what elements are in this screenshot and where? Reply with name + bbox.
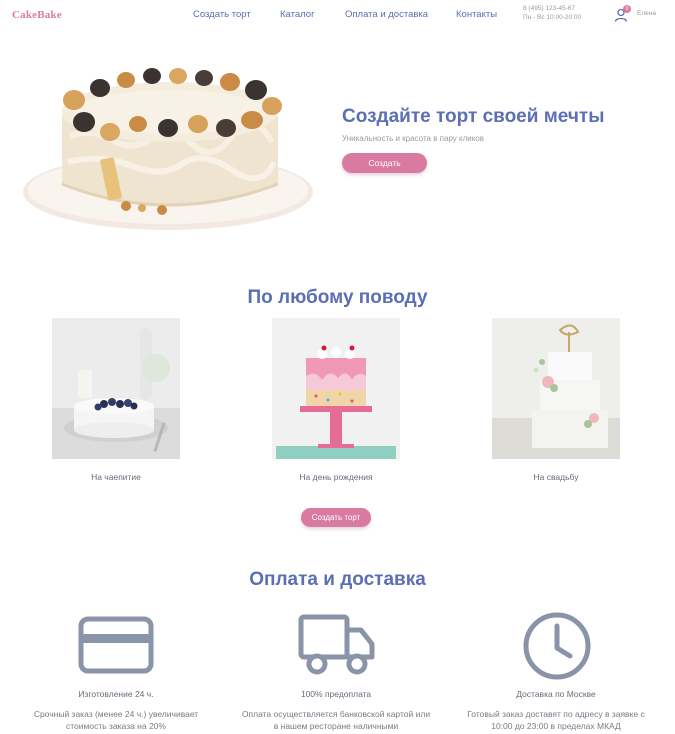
payment-delivery-title: Оплата и доставка [249,569,426,590]
phone-number[interactable]: 8 (495) 123-45-67 [523,4,581,13]
working-hours: Пн - Вс 10:00-20:00 [523,14,582,21]
contact-info: 8 (495) 123-45-67 Пн - Вс 10:00-20:00 [523,4,581,22]
feature-name-delivery: Доставка по Москве [516,689,596,699]
occasion-label-birthday[interactable]: На день рождения [256,472,416,482]
truck-icon [298,612,376,681]
nav-catalog[interactable]: Каталог [280,9,315,20]
feature-desc-line: Готовый заказ доставят по адресу в заявк… [467,709,645,719]
feature-desc-line: 10:00 до 23:00 в пределах МКАД [491,721,621,731]
feature-desc-production: Срочный заказ (менее 24 ч.) увеличивает … [16,708,216,732]
birthday-cake-image[interactable] [272,318,400,459]
user-name[interactable]: Елена [637,10,656,17]
feature-desc-line: Срочный заказ (менее 24 ч.) увеличивает [33,709,199,719]
occasion-label-wedding[interactable]: На свадьбу [476,472,636,482]
nav-create-cake[interactable]: Создать торт [193,9,251,20]
feature-name-prepayment: 100% предоплата [300,689,372,699]
hero-subtitle: Уникальность и красота в пару кликов [342,134,485,143]
occasion-label-tea[interactable]: На чаепитие [36,472,196,482]
feature-desc-line: Оплата осуществляется банковской картой … [241,709,431,719]
hero-title: Создайте торт своей мечты [342,106,605,127]
logo[interactable]: CakeBake [12,9,62,21]
feature-desc-line: стоимость заказа на 20% [66,721,166,731]
nav-contacts[interactable]: Контакты [456,9,497,20]
create-button[interactable]: Создать [342,153,427,173]
feature-desc-prepayment: Оплата осуществляется банковской картой … [236,708,436,732]
feature-desc-delivery: Готовый заказ доставят по адресу в заявк… [456,708,656,732]
occasions-title: По любому поводу [247,287,428,308]
credit-card-icon [78,612,154,679]
user-badge: 0 [623,5,631,13]
clock-icon [522,612,592,687]
site-header: CakeBake Создать торт Каталог Оплата и д… [0,0,675,34]
wedding-cake-image[interactable] [492,318,620,459]
hero-cake-image [22,66,320,236]
feature-name-production: Изготовление 24 ч. [78,689,154,699]
tea-party-cake-image[interactable] [52,318,180,459]
user-account-button[interactable]: 0 [612,5,632,25]
nav-payment-delivery[interactable]: Оплата и доставка [345,9,428,20]
create-cake-button[interactable]: Создать торт [301,508,371,527]
feature-desc-line: в нашем ресторане наличными [273,721,399,731]
